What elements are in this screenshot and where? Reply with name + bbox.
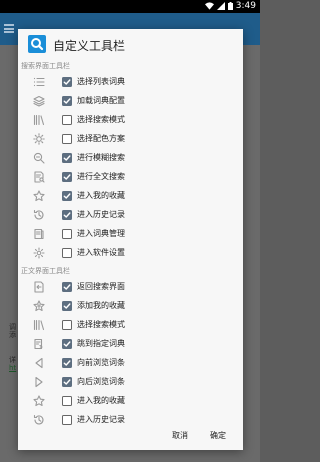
- toolbar-option-row[interactable]: 添加我的收藏: [18, 296, 243, 315]
- list-icon: [32, 75, 46, 89]
- option-label: 进入词典管理: [77, 229, 125, 238]
- menu-icon: [4, 24, 14, 33]
- next-icon: [32, 375, 46, 389]
- cancel-button[interactable]: 取消: [168, 427, 192, 444]
- option-checkbox[interactable]: [62, 171, 72, 182]
- toolbar-option-row[interactable]: 跳到指定词典: [18, 334, 243, 353]
- books-icon: [32, 113, 46, 127]
- option-checkbox[interactable]: [62, 281, 72, 292]
- brightness-icon: [32, 132, 46, 146]
- toolbar-option-row[interactable]: 进入词典管理: [18, 224, 243, 243]
- star-icon: [32, 394, 46, 408]
- option-label: 跳到指定词典: [77, 339, 125, 348]
- option-checkbox[interactable]: [62, 247, 72, 258]
- option-label: 进入历史记录: [77, 210, 125, 219]
- status-icons: 3:49: [204, 1, 256, 11]
- status-time: 3:49: [235, 1, 256, 11]
- option-label: 选择搜索模式: [77, 115, 125, 124]
- section-title: 正文界面工具栏: [21, 267, 70, 275]
- star-add-icon: [32, 299, 46, 313]
- customize-toolbar-dialog: 自定义工具栏 搜索界面工具栏 选择列表词典 加载词典配置 选择搜索模式 选择配色方案 进行…: [18, 29, 243, 450]
- toolbar-option-row[interactable]: 选择搜索模式: [18, 110, 243, 129]
- dialog-title: 自定义工具栏: [53, 39, 126, 53]
- option-checkbox[interactable]: [62, 395, 72, 406]
- background-text: 添: [9, 331, 16, 339]
- toolbar-option-row[interactable]: 返回搜索界面: [18, 277, 243, 296]
- jump-dictionary-icon: [32, 337, 46, 351]
- option-label: 选择列表词典: [77, 77, 125, 86]
- option-checkbox[interactable]: [62, 209, 72, 220]
- toolbar-option-row[interactable]: 进入我的收藏: [18, 186, 243, 205]
- status-bar: 3:49: [0, 0, 260, 13]
- option-label: 进入我的收藏: [77, 396, 125, 405]
- dialog-body: 搜索界面工具栏 选择列表词典 加载词典配置 选择搜索模式 选择配色方案 进行模糊搜索 进行全…: [18, 60, 243, 429]
- toolbar-option-row[interactable]: 加载词典配置: [18, 91, 243, 110]
- toolbar-option-row[interactable]: 向前浏览词条: [18, 353, 243, 372]
- option-checkbox[interactable]: [62, 319, 72, 330]
- dialog-footer: 取消 确定: [18, 420, 243, 450]
- battery-icon: [227, 2, 233, 10]
- option-checkbox[interactable]: [62, 338, 72, 349]
- layers-icon: [32, 94, 46, 108]
- option-label: 选择搜索模式: [77, 320, 125, 329]
- option-label: 返回搜索界面: [77, 282, 125, 291]
- option-checkbox[interactable]: [62, 376, 72, 387]
- dialog-header: 自定义工具栏: [18, 29, 243, 59]
- books-icon: [32, 318, 46, 332]
- option-label: 进行全文搜索: [77, 172, 125, 181]
- option-label: 向后浏览词条: [77, 377, 125, 386]
- ok-button[interactable]: 确定: [206, 427, 230, 444]
- option-label: 进入软件设置: [77, 248, 125, 257]
- option-label: 向前浏览词条: [77, 358, 125, 367]
- back-search-icon: [32, 280, 46, 294]
- fulltext-search-icon: [32, 170, 46, 184]
- option-label: 加载词典配置: [77, 96, 125, 105]
- signal-icon: [216, 2, 225, 10]
- history-icon: [32, 208, 46, 222]
- toolbar-option-row[interactable]: 选择搜索模式: [18, 315, 243, 334]
- toolbar-option-row[interactable]: 进入我的收藏: [18, 391, 243, 410]
- option-checkbox[interactable]: [62, 76, 72, 87]
- fuzzy-search-icon: [32, 151, 46, 165]
- option-checkbox[interactable]: [62, 300, 72, 311]
- background-link: ht: [9, 364, 17, 372]
- option-checkbox[interactable]: [62, 357, 72, 368]
- option-checkbox[interactable]: [62, 133, 72, 144]
- option-label: 添加我的收藏: [77, 301, 125, 310]
- toolbar-option-row[interactable]: 进入软件设置: [18, 243, 243, 262]
- previous-icon: [32, 356, 46, 370]
- star-icon: [32, 189, 46, 203]
- option-checkbox[interactable]: [62, 190, 72, 201]
- app-logo-icon: [28, 35, 46, 53]
- option-checkbox[interactable]: [62, 228, 72, 239]
- toolbar-option-row[interactable]: 进行模糊搜索: [18, 148, 243, 167]
- settings-icon: [32, 246, 46, 260]
- toolbar-option-row[interactable]: 进入历史记录: [18, 205, 243, 224]
- option-checkbox[interactable]: [62, 152, 72, 163]
- option-label: 选择配色方案: [77, 134, 125, 143]
- option-label: 进入我的收藏: [77, 191, 125, 200]
- section-title: 搜索界面工具栏: [21, 62, 70, 70]
- toolbar-option-row[interactable]: 选择列表词典: [18, 72, 243, 91]
- toolbar-option-row[interactable]: 进行全文搜索: [18, 167, 243, 186]
- wifi-icon: [204, 2, 214, 10]
- option-checkbox[interactable]: [62, 114, 72, 125]
- toolbar-option-row[interactable]: 向后浏览词条: [18, 372, 243, 391]
- toolbar-option-row[interactable]: 选择配色方案: [18, 129, 243, 148]
- option-checkbox[interactable]: [62, 95, 72, 106]
- dictionary-manage-icon: [32, 227, 46, 241]
- option-label: 进行模糊搜索: [77, 153, 125, 162]
